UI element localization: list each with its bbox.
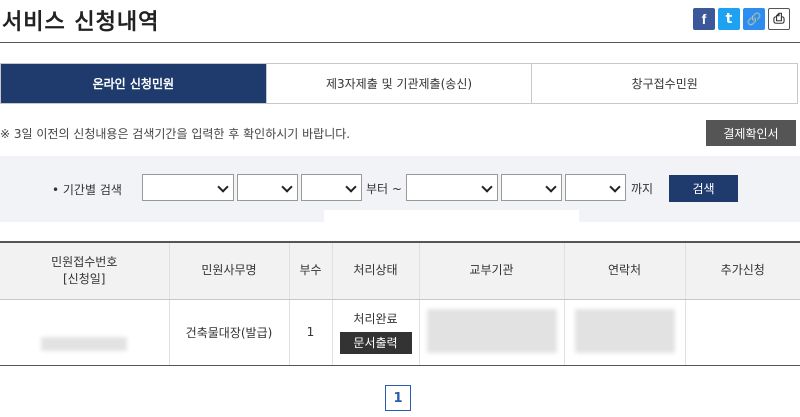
end-day-select[interactable]	[565, 174, 626, 201]
start-month-select[interactable]	[237, 174, 298, 201]
col-contact: 연락처	[563, 241, 685, 300]
link-icon[interactable]: 🔗	[743, 8, 765, 30]
col-service-name: 민원사무명	[168, 241, 289, 300]
tab-bar: 온라인 신청민원 제3자제출 및 기관제출(송신) 창구접수민원	[0, 63, 798, 104]
cell-status: 처리완료 문서출력	[331, 299, 419, 366]
cell-copies: 1	[288, 299, 332, 366]
status-text: 처리완료	[353, 312, 398, 326]
cell-contact	[563, 299, 685, 366]
header-receipt-number: 민원접수번호	[51, 254, 118, 269]
page-title: 서비스 신청내역	[2, 10, 160, 35]
facebook-icon[interactable]: f	[693, 8, 715, 30]
pagination-page-1[interactable]: 1	[385, 385, 411, 411]
header-application-date: [신청일]	[63, 271, 106, 286]
to-label: 까지	[631, 182, 654, 196]
end-year-select[interactable]	[406, 174, 498, 201]
from-label: 부터 ~	[366, 182, 402, 196]
tab-third-party-submission[interactable]: 제3자제출 및 기관제출(송신)	[265, 64, 532, 103]
print-icon[interactable]: ⎙	[768, 8, 790, 30]
title-divider	[0, 42, 800, 43]
col-receipt-number: 민원접수번호 [신청일]	[0, 241, 169, 300]
cell-service-name: 건축물대장(발급)	[168, 299, 289, 366]
redacted-agency	[426, 308, 557, 353]
notice-text: ※ 3일 이전의 신청내용은 검색기간을 입력한 후 확인하시기 바랍니다.	[0, 127, 351, 141]
col-additional-request: 추가신청	[684, 241, 800, 300]
payment-confirmation-button[interactable]: 결제확인서	[706, 120, 796, 146]
tab-online-applications[interactable]: 온라인 신청민원	[1, 64, 266, 103]
table-header-row: 민원접수번호 [신청일] 민원사무명 부수 처리상태 교부기관 연락처 추가신청	[0, 241, 800, 300]
search-period-label: • 기간별 검색	[52, 183, 122, 197]
twitter-icon[interactable]: t	[718, 8, 740, 30]
tab-counter-applications[interactable]: 창구접수민원	[531, 64, 798, 103]
search-button[interactable]: 검색	[669, 175, 738, 202]
redacted-contact	[574, 308, 675, 353]
end-month-select[interactable]	[501, 174, 562, 201]
cell-additional-request	[684, 299, 800, 366]
start-year-select[interactable]	[142, 174, 234, 201]
table-row: 건축물대장(발급) 1 처리완료 문서출력	[0, 299, 800, 366]
cell-receipt-number	[0, 299, 169, 366]
start-day-select[interactable]	[301, 174, 362, 201]
cell-issuing-agency	[418, 299, 564, 366]
col-status: 처리상태	[331, 241, 419, 300]
masked-area	[324, 210, 579, 222]
share-bar: f t 🔗 ⎙	[693, 8, 790, 30]
col-copies: 부수	[288, 241, 332, 300]
redacted-receipt-number	[41, 336, 128, 351]
col-issuing-agency: 교부기관	[418, 241, 564, 300]
print-document-button[interactable]: 문서출력	[339, 332, 412, 354]
application-table: 민원접수번호 [신청일] 민원사무명 부수 처리상태 교부기관 연락처 추가신청…	[0, 241, 800, 366]
